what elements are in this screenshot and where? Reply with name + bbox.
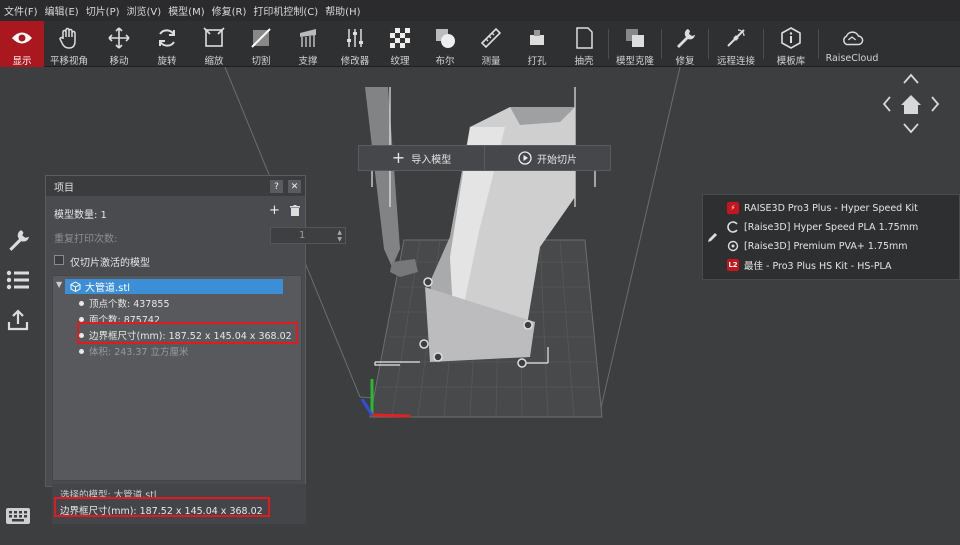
tool-boolean-button[interactable]: 布尔 xyxy=(422,21,468,67)
tool-measure-button[interactable]: 测量 xyxy=(468,21,514,67)
model-list-button[interactable] xyxy=(0,260,36,300)
menu-repair[interactable]: 修复(R) xyxy=(212,3,247,18)
wrench-icon xyxy=(9,230,29,251)
boolean-icon xyxy=(433,26,457,50)
cloud-icon xyxy=(840,26,864,50)
shell-icon xyxy=(572,26,596,50)
tool-remote-button[interactable]: 远程连接 xyxy=(709,21,763,67)
tree-item-model[interactable]: 大管道.stl xyxy=(65,279,283,294)
hand-icon xyxy=(57,26,81,50)
only-active-label: 仅切片激活的模型 xyxy=(70,258,150,269)
tool-cut-button[interactable]: 切割 xyxy=(238,21,284,67)
cube-icon xyxy=(70,281,81,292)
upload-icon xyxy=(7,309,29,331)
viewport-actions: + 导入模型 开始切片 xyxy=(358,145,611,171)
close-button[interactable]: ✕ xyxy=(288,180,301,193)
keyboard-icon xyxy=(6,508,30,524)
tool-support-button[interactable]: 支撑 xyxy=(284,21,332,67)
scale-icon xyxy=(202,26,226,50)
stepper-arrows-icon[interactable]: ▲ ▼ xyxy=(337,229,342,243)
menu-printer-control[interactable]: 打印机控制(C) xyxy=(253,3,318,18)
rotate-icon xyxy=(155,26,179,50)
tool-display-button[interactable]: 显示 xyxy=(0,21,44,67)
eye-icon xyxy=(10,26,34,50)
help-button[interactable]: ? xyxy=(270,180,283,193)
left-rail xyxy=(0,220,36,340)
project-panel: 项目 ? ✕ 模型数量: 1 + 重复打印次数: 1 ▲ ▼ 仅切片激活的模型 ▼… xyxy=(45,175,346,487)
model-count-label: 模型数量: 1 xyxy=(54,210,107,221)
support-icon xyxy=(296,26,320,50)
vertex-count: 顶点个数: 437855 xyxy=(79,296,170,310)
keyboard-button[interactable] xyxy=(5,507,31,525)
project-panel-header: 项目 ? ✕ xyxy=(46,176,305,196)
tool-scale-button[interactable]: 缩放 xyxy=(190,21,238,67)
menu-file[interactable]: 文件(F) xyxy=(4,3,38,18)
delete-model-button[interactable] xyxy=(288,204,301,217)
texture-icon xyxy=(388,26,412,50)
modifier-icon xyxy=(343,26,367,50)
tool-repair-button[interactable]: 修复 xyxy=(662,21,708,67)
tool-rotate-button[interactable]: 旋转 xyxy=(144,21,190,67)
repeat-print-label: 重复打印次数: xyxy=(54,234,118,245)
remote-icon xyxy=(724,26,748,50)
tool-shell-button[interactable]: 抽壳 xyxy=(560,21,608,67)
clone-icon xyxy=(623,26,647,50)
selection-status: 选择的模型: 大管道.stl 边界框尺寸(mm): 187.52 x 145.0… xyxy=(52,484,306,524)
filament-icon xyxy=(727,240,739,252)
l2-badge-icon: L2 xyxy=(727,259,739,271)
menu-slice[interactable]: 切片(P) xyxy=(86,3,120,18)
main-toolbar: 显示 平移视角 移动 旋转 缩放 切割 支撑 修改器 纹理 布尔 测量 打孔 抽… xyxy=(0,21,960,67)
filament-profile-2: [Raise3D] Premium PVA+ 1.75mm xyxy=(727,237,908,255)
start-slice-button[interactable]: 开始切片 xyxy=(484,146,610,170)
play-circle-icon xyxy=(518,151,532,165)
tool-move-button[interactable]: 移动 xyxy=(94,21,144,67)
expand-arrow-icon[interactable]: ▼ xyxy=(56,280,62,289)
annotation-highlight-box xyxy=(77,322,298,344)
trash-icon xyxy=(289,205,300,216)
hole-icon xyxy=(525,26,549,50)
tool-modifier-button[interactable]: 修改器 xyxy=(332,21,378,67)
project-panel-title: 项目 xyxy=(54,182,74,194)
menu-help[interactable]: 帮助(H) xyxy=(325,3,360,18)
tool-raisecloud-button[interactable]: RaiseCloud xyxy=(819,21,885,67)
tool-pan-button[interactable]: 平移视角 xyxy=(44,21,94,67)
list-icon xyxy=(6,270,29,290)
tool-template-library-button[interactable]: 模板库 xyxy=(764,21,818,67)
tool-clone-button[interactable]: 模型克隆 xyxy=(609,21,661,67)
tool-hole-button[interactable]: 打孔 xyxy=(514,21,560,67)
model-tree: ▼ 大管道.stl 顶点个数: 437855 面个数: 875742 边界框尺寸… xyxy=(52,275,302,481)
move-icon xyxy=(107,26,131,50)
export-button[interactable] xyxy=(0,300,36,340)
ruler-icon xyxy=(479,26,503,50)
filament-profile-1: [Raise3D] Hyper Speed PLA 1.75mm xyxy=(727,218,918,236)
menu-view[interactable]: 浏览(V) xyxy=(127,3,162,18)
info-icon xyxy=(779,26,803,50)
printer-profile: ⚡ RAISE3D Pro3 Plus - Hyper Speed Kit xyxy=(727,199,918,217)
filament-icon xyxy=(727,221,739,233)
repeat-print-value: 1 xyxy=(299,230,306,241)
add-model-button[interactable]: + xyxy=(268,203,281,218)
plus-icon: + xyxy=(391,148,406,167)
volume: 体积: 243.37 立方厘米 xyxy=(78,344,188,358)
tool-texture-button[interactable]: 纹理 xyxy=(378,21,422,67)
menu-edit[interactable]: 编辑(E) xyxy=(45,3,79,18)
printer-profile-panel[interactable]: ⚡ RAISE3D Pro3 Plus - Hyper Speed Kit [R… xyxy=(702,194,960,280)
cut-icon xyxy=(249,26,273,50)
edit-pen-icon[interactable] xyxy=(707,231,719,243)
quality-profile: L2 最佳 - Pro3 Plus HS Kit - HS-PLA xyxy=(727,259,892,272)
view-navigation[interactable] xyxy=(882,73,940,134)
wrench-icon xyxy=(673,26,697,50)
repeat-print-stepper[interactable]: 1 ▲ ▼ xyxy=(270,227,346,244)
bolt-icon: ⚡ xyxy=(727,202,739,214)
only-active-checkbox[interactable] xyxy=(54,255,64,265)
menu-bar: 文件(F) 编辑(E) 切片(P) 浏览(V) 模型(M) 修复(R) 打印机控… xyxy=(0,0,960,21)
annotation-highlight-box xyxy=(54,497,270,517)
settings-wrench-button[interactable] xyxy=(0,220,36,260)
menu-model[interactable]: 模型(M) xyxy=(168,3,204,18)
import-model-button[interactable]: + 导入模型 xyxy=(359,146,484,170)
